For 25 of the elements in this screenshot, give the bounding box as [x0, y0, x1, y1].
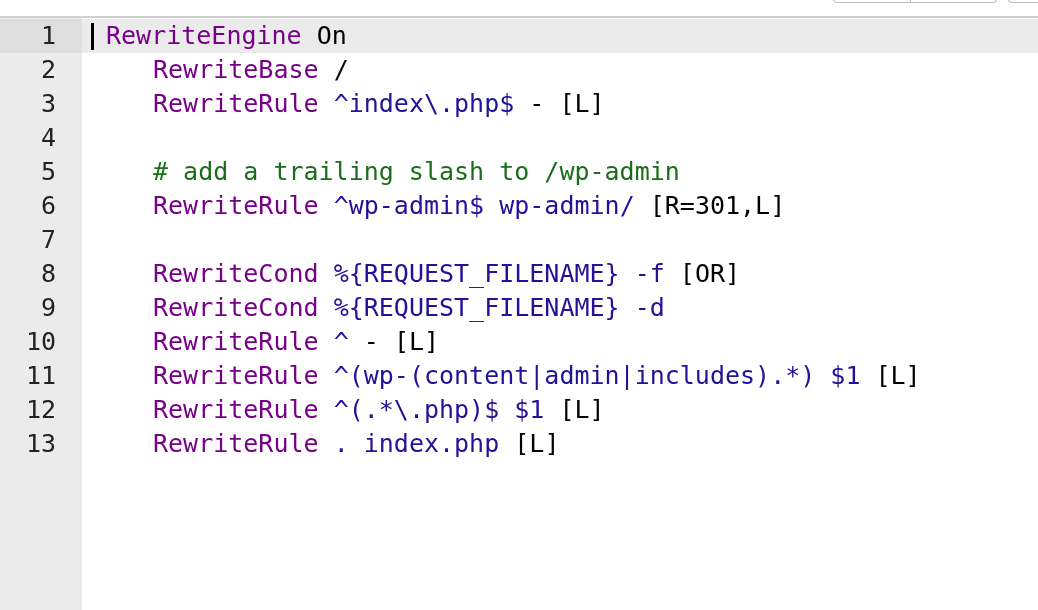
line-number: 8 [39, 258, 57, 290]
line-number: 6 [39, 190, 57, 222]
code-line: # add a trailing slash to /wp-admin [153, 156, 680, 188]
code-line: RewriteRule ^(.*\.php)$ $1 [L] [153, 394, 605, 426]
line-number: 7 [39, 224, 57, 256]
code-line: RewriteCond %{REQUEST_FILENAME} -d [153, 292, 665, 324]
code-line: RewriteCond %{REQUEST_FILENAME} -f [OR] [153, 258, 741, 290]
line-number: 3 [39, 88, 57, 120]
text-cursor [91, 23, 94, 50]
line-number: 2 [39, 54, 57, 86]
line-number: 12 [24, 394, 57, 426]
line-number: 10 [24, 326, 57, 358]
line-number: 4 [39, 122, 57, 154]
code-line: RewriteRule ^ - [L] [153, 326, 440, 358]
code-line: RewriteRule ^wp-admin$ wp-admin/ [R=301,L] [153, 190, 786, 222]
line-number: 11 [24, 360, 57, 392]
code-line: RewriteRule ^index\.php$ - [L] [153, 88, 605, 120]
code-line: RewriteRule . index.php [L] [153, 428, 560, 460]
line-number: 13 [24, 428, 57, 460]
line-number: 9 [39, 292, 57, 324]
code-line: RewriteRule ^(wp-(content|admin|includes).*) $1 [L] [153, 360, 921, 392]
line-number: 1 [0, 19, 82, 53]
line-number: 5 [39, 156, 57, 188]
code-line: RewriteBase / [153, 54, 349, 86]
code-line: RewriteEngine On [106, 20, 347, 52]
